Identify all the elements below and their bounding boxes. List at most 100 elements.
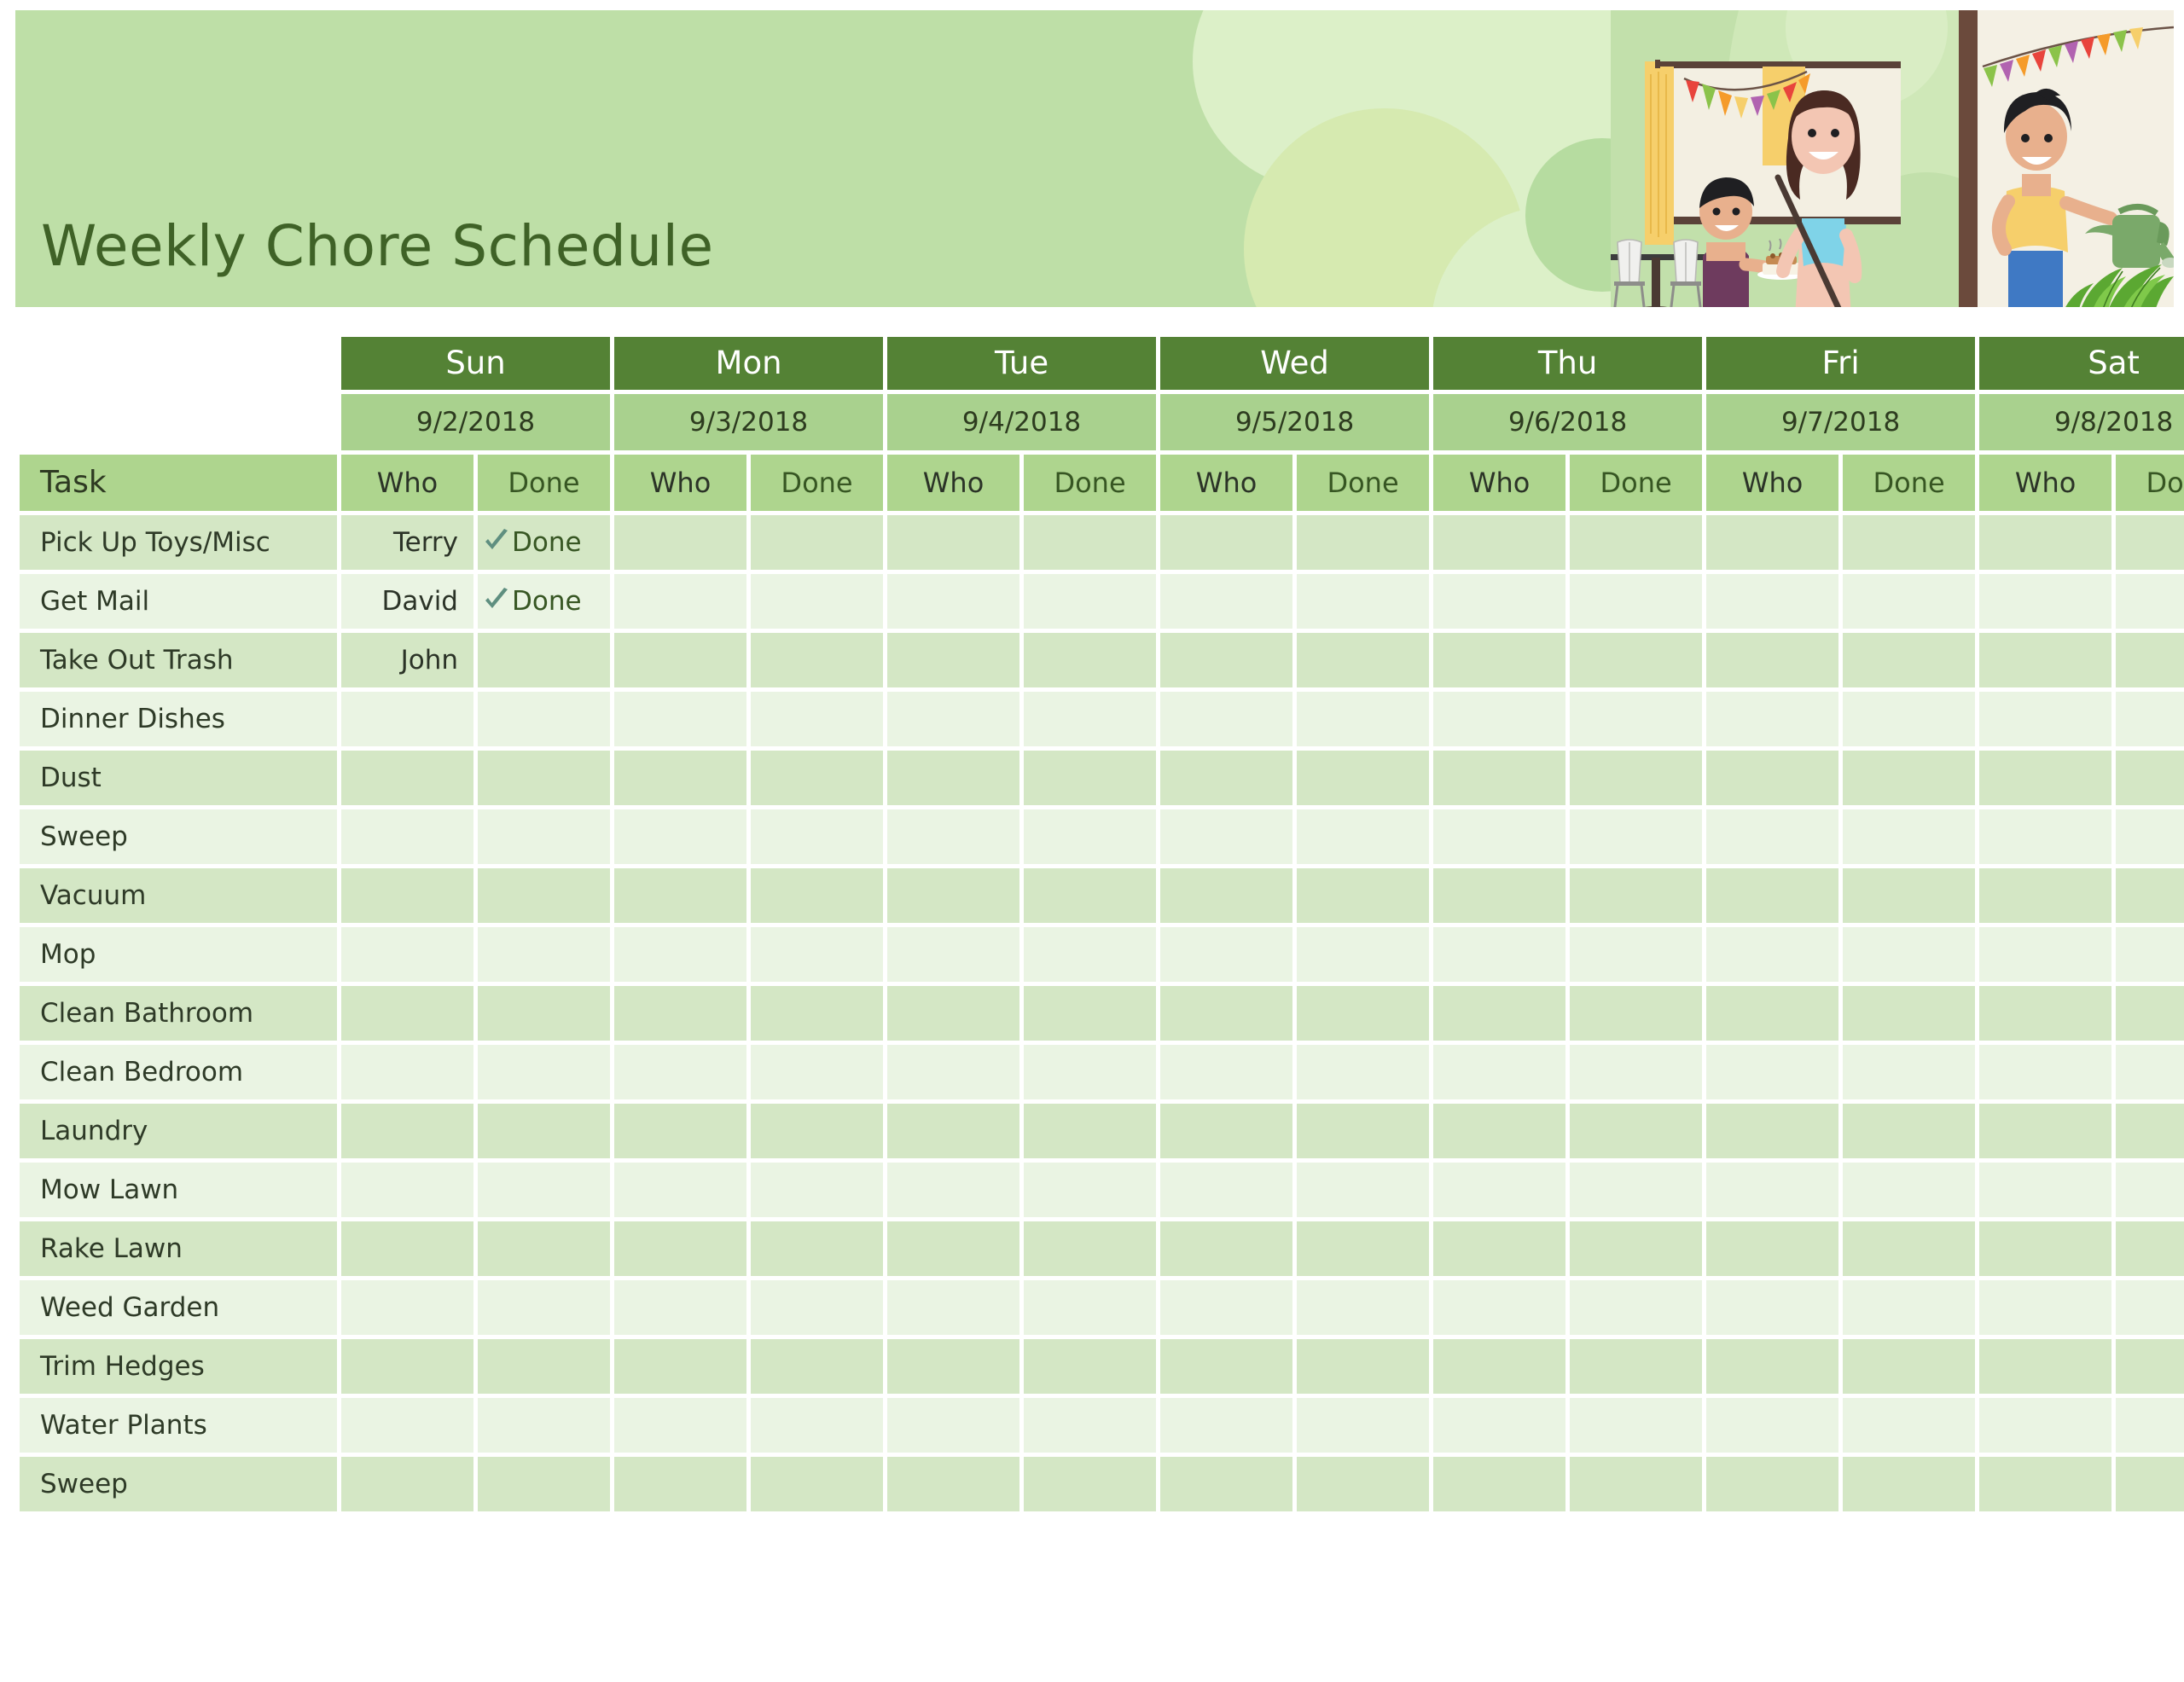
who-empty-cell[interactable] (1433, 1163, 1566, 1217)
who-empty-cell[interactable] (614, 1045, 747, 1099)
done-empty-cell[interactable] (1570, 692, 1703, 746)
who-empty-cell[interactable] (887, 574, 1020, 629)
who-empty-cell[interactable] (1433, 1221, 1566, 1276)
done-empty-cell[interactable] (751, 692, 884, 746)
who-empty-cell[interactable] (341, 1163, 473, 1217)
who-empty-cell[interactable] (1160, 927, 1293, 982)
done-empty-cell[interactable] (1024, 574, 1157, 629)
who-empty-cell[interactable] (1979, 986, 2112, 1041)
who-empty-cell[interactable] (1433, 927, 1566, 982)
who-empty-cell[interactable] (1160, 515, 1293, 570)
done-empty-cell[interactable] (478, 927, 611, 982)
done-empty-cell[interactable] (1843, 515, 1976, 570)
done-empty-cell[interactable] (2116, 692, 2184, 746)
who-empty-cell[interactable] (887, 1104, 1020, 1158)
done-empty-cell[interactable] (1843, 1398, 1976, 1453)
done-empty-cell[interactable] (478, 1457, 611, 1511)
who-empty-cell[interactable] (1433, 515, 1566, 570)
done-empty-cell[interactable] (1024, 1457, 1157, 1511)
done-empty-cell[interactable] (1024, 1339, 1157, 1394)
done-empty-cell[interactable] (2116, 1457, 2184, 1511)
who-value-cell[interactable]: Terry (341, 515, 473, 570)
who-empty-cell[interactable] (1433, 1280, 1566, 1335)
who-empty-cell[interactable] (614, 809, 747, 864)
who-empty-cell[interactable] (1706, 868, 1839, 923)
done-empty-cell[interactable] (478, 868, 611, 923)
who-empty-cell[interactable] (1979, 574, 2112, 629)
done-empty-cell[interactable] (1843, 1045, 1976, 1099)
done-empty-cell[interactable] (1843, 927, 1976, 982)
done-empty-cell[interactable] (1024, 868, 1157, 923)
who-empty-cell[interactable] (341, 809, 473, 864)
who-empty-cell[interactable] (1706, 1221, 1839, 1276)
done-empty-cell[interactable] (1570, 1045, 1703, 1099)
done-empty-cell[interactable] (1024, 1045, 1157, 1099)
who-empty-cell[interactable] (887, 809, 1020, 864)
done-empty-cell[interactable] (751, 515, 884, 570)
done-empty-cell[interactable] (1297, 515, 1430, 570)
done-empty-cell[interactable] (751, 927, 884, 982)
who-empty-cell[interactable] (1706, 1398, 1839, 1453)
who-empty-cell[interactable] (1433, 1398, 1566, 1453)
done-empty-cell[interactable] (751, 1280, 884, 1335)
done-empty-cell[interactable] (751, 574, 884, 629)
who-empty-cell[interactable] (1433, 809, 1566, 864)
done-empty-cell[interactable] (1843, 868, 1976, 923)
done-empty-cell[interactable] (1570, 1104, 1703, 1158)
done-empty-cell[interactable] (478, 1104, 611, 1158)
who-empty-cell[interactable] (1160, 809, 1293, 864)
who-empty-cell[interactable] (341, 1398, 473, 1453)
done-empty-cell[interactable] (478, 1280, 611, 1335)
who-empty-cell[interactable] (1979, 692, 2112, 746)
done-empty-cell[interactable] (1297, 751, 1430, 805)
done-empty-cell[interactable] (1297, 1339, 1430, 1394)
who-empty-cell[interactable] (1706, 986, 1839, 1041)
done-empty-cell[interactable] (1024, 986, 1157, 1041)
who-empty-cell[interactable] (614, 1280, 747, 1335)
done-empty-cell[interactable] (1297, 927, 1430, 982)
who-empty-cell[interactable] (887, 1339, 1020, 1394)
who-empty-cell[interactable] (614, 515, 747, 570)
done-empty-cell[interactable] (1297, 1221, 1430, 1276)
who-empty-cell[interactable] (1160, 1280, 1293, 1335)
who-empty-cell[interactable] (1979, 1339, 2112, 1394)
who-empty-cell[interactable] (1706, 809, 1839, 864)
done-empty-cell[interactable] (1297, 1163, 1430, 1217)
who-empty-cell[interactable] (614, 1163, 747, 1217)
who-empty-cell[interactable] (614, 927, 747, 982)
done-empty-cell[interactable] (1297, 986, 1430, 1041)
who-empty-cell[interactable] (1160, 1163, 1293, 1217)
who-empty-cell[interactable] (887, 633, 1020, 687)
who-empty-cell[interactable] (1706, 1339, 1839, 1394)
who-empty-cell[interactable] (1433, 1045, 1566, 1099)
who-empty-cell[interactable] (887, 868, 1020, 923)
who-empty-cell[interactable] (887, 1045, 1020, 1099)
done-empty-cell[interactable] (1843, 986, 1976, 1041)
who-empty-cell[interactable] (1433, 1339, 1566, 1394)
who-empty-cell[interactable] (1706, 692, 1839, 746)
who-empty-cell[interactable] (614, 1221, 747, 1276)
who-empty-cell[interactable] (1979, 515, 2112, 570)
done-empty-cell[interactable] (1570, 809, 1703, 864)
done-empty-cell[interactable] (2116, 1104, 2184, 1158)
done-empty-cell[interactable] (1843, 633, 1976, 687)
who-empty-cell[interactable] (1160, 692, 1293, 746)
who-empty-cell[interactable] (1979, 868, 2112, 923)
done-empty-cell[interactable] (1570, 515, 1703, 570)
who-empty-cell[interactable] (887, 986, 1020, 1041)
done-empty-cell[interactable] (751, 1457, 884, 1511)
who-empty-cell[interactable] (1160, 574, 1293, 629)
done-empty-cell[interactable] (1570, 868, 1703, 923)
done-empty-cell[interactable] (1297, 1280, 1430, 1335)
done-empty-cell[interactable] (1843, 809, 1976, 864)
done-empty-cell[interactable] (1297, 868, 1430, 923)
done-empty-cell[interactable] (1024, 633, 1157, 687)
done-empty-cell[interactable] (478, 633, 611, 687)
who-empty-cell[interactable] (614, 1398, 747, 1453)
done-empty-cell[interactable] (478, 1045, 611, 1099)
who-empty-cell[interactable] (1160, 1457, 1293, 1511)
done-empty-cell[interactable] (1843, 1221, 1976, 1276)
done-empty-cell[interactable] (1024, 751, 1157, 805)
who-empty-cell[interactable] (1979, 1398, 2112, 1453)
done-empty-cell[interactable] (1570, 927, 1703, 982)
